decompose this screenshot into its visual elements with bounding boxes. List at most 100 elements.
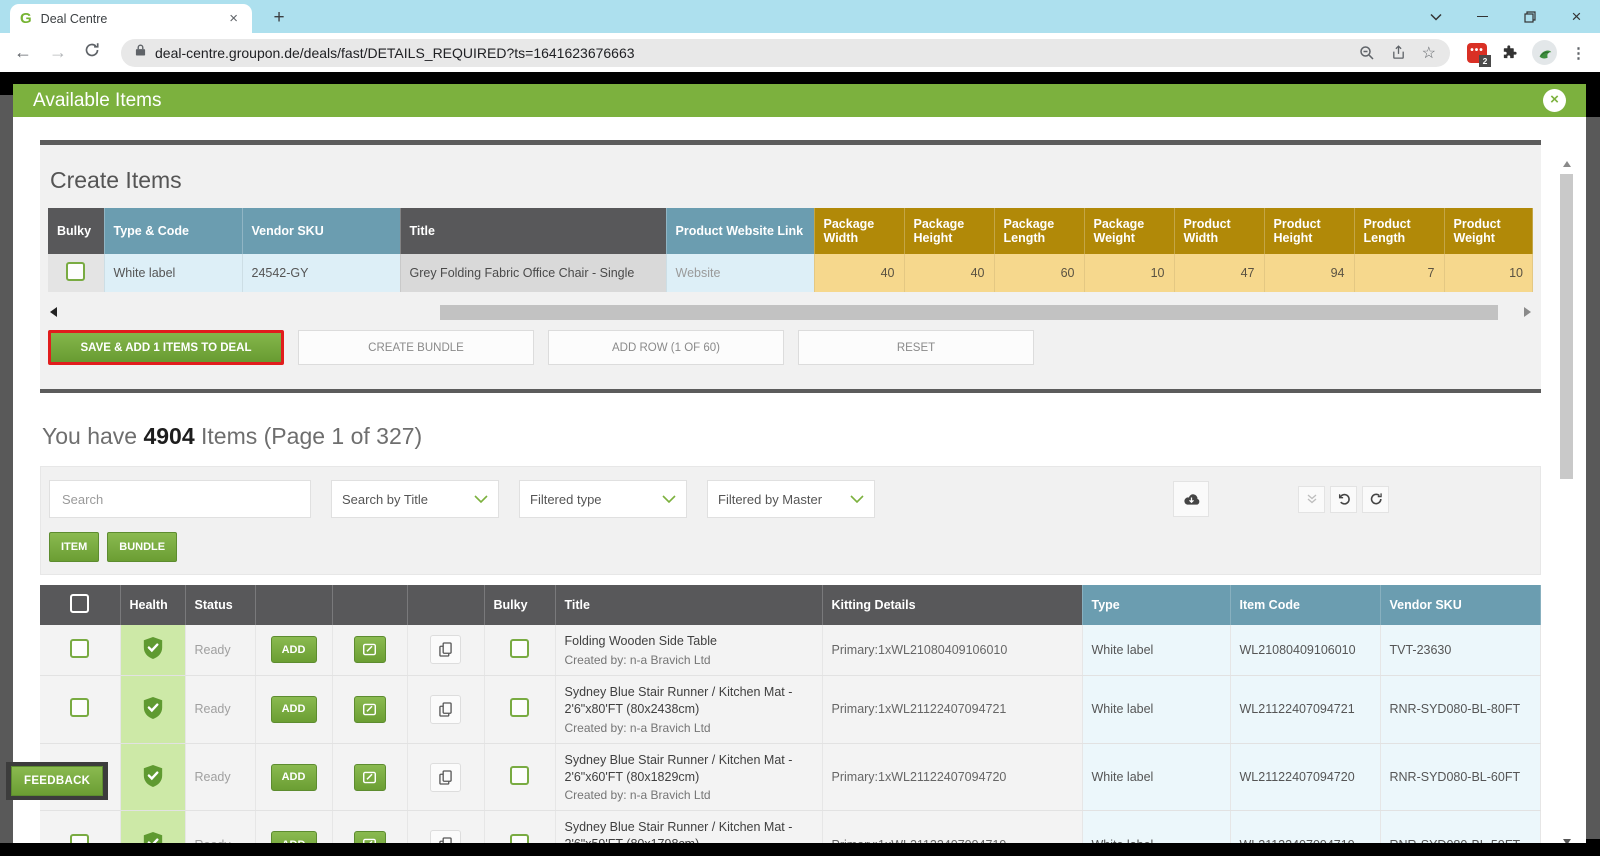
page-backdrop: Available Items × Create Items Bulky Typ… [0,72,1600,856]
item-type: White label [1082,810,1231,843]
product-weight-field[interactable]: 10 [1444,254,1533,292]
add-button[interactable]: ADD [270,695,317,723]
product-width-field[interactable]: 47 [1174,254,1265,292]
bulky-checkbox[interactable] [510,698,529,718]
vertical-scrollbar[interactable] [1559,157,1574,843]
col-title: Title [400,208,667,254]
edit-button[interactable] [353,695,386,723]
product-height-field[interactable]: 94 [1264,254,1355,292]
package-length-field[interactable]: 60 [994,254,1085,292]
scroll-right-icon[interactable] [1524,307,1531,317]
copy-button[interactable] [430,635,461,665]
download-export-button[interactable] [1173,481,1209,517]
refresh-button[interactable] [1362,485,1389,513]
item-tab-button[interactable]: ITEM [49,532,100,562]
zoom-out-icon[interactable] [1359,45,1375,61]
scroll-left-icon[interactable] [50,307,57,317]
edit-button[interactable] [353,763,386,791]
copy-button[interactable] [430,694,461,724]
tab-title: Deal Centre [40,11,108,26]
add-button[interactable]: ADD [270,636,317,664]
package-weight-field[interactable]: 10 [1084,254,1175,292]
collapse-button[interactable] [1298,485,1325,513]
forward-icon[interactable]: → [49,42,67,63]
browser-tab[interactable]: G Deal Centre × [10,4,252,33]
package-height-field[interactable]: 40 [904,254,995,292]
vendor-sku-cell[interactable]: 24542-GY [242,254,401,292]
bulky-checkbox[interactable] [66,262,86,281]
bulky-checkbox[interactable] [510,638,529,658]
url-text: deal-centre.groupon.de/deals/fast/DETAIL… [155,44,635,61]
add-row-button[interactable]: ADD ROW (1 OF 60) [548,330,784,365]
modal-close-icon[interactable]: × [1543,89,1566,112]
row-checkbox[interactable] [70,638,90,658]
col-health: Health [120,585,186,625]
cloud-download-icon [1183,493,1199,505]
password-extension-icon[interactable]: ••• 2 [1467,42,1491,67]
package-width-field[interactable]: 40 [814,254,905,292]
address-bar[interactable]: deal-centre.groupon.de/deals/fast/DETAIL… [121,38,1450,67]
window-minimize-button[interactable] [1459,0,1506,33]
tab-search-icon[interactable] [1412,0,1459,33]
reset-button[interactable]: RESET [798,330,1034,365]
filter-bar: Search by Title Filtered type Filtered b… [40,466,1541,575]
item-title: Sydney Blue Stair Runner / Kitchen Mat -… [564,820,793,843]
col-bulky: Bulky [48,208,105,254]
title-cell[interactable]: Grey Folding Fabric Office Chair - Singl… [400,254,667,292]
edit-button[interactable] [353,831,386,843]
scrollbar-thumb[interactable] [1560,174,1573,479]
edit-icon [363,771,376,783]
col-bulky: Bulky [484,585,556,625]
extension-badge: 2 [1479,54,1491,67]
row-checkbox[interactable] [70,698,90,718]
copy-button[interactable] [430,830,461,843]
row-checkbox[interactable] [70,833,90,843]
window-restore-button[interactable] [1506,0,1553,33]
table-row: Ready ADD Sydney Blue Stair Runner / Kit… [40,743,1541,812]
horizontal-scrollbar[interactable] [50,304,1531,320]
table-row: Ready ADD Sydney Blue Stair Runner / Kit… [40,675,1541,744]
product-length-field[interactable]: 7 [1354,254,1445,292]
browser-menu-icon[interactable]: ⋮ [1571,44,1586,62]
undo-button[interactable] [1330,485,1357,513]
bookmark-star-icon[interactable]: ☆ [1422,43,1436,63]
items-count: 4904 [143,423,195,449]
search-input[interactable] [49,480,311,518]
feedback-button[interactable]: FEEDBACK [11,766,104,796]
website-link-field[interactable]: Website [666,254,815,292]
scrollbar-thumb[interactable] [440,304,1499,320]
bulky-checkbox[interactable] [510,833,529,843]
col-website-link: Product Website Link [666,208,815,254]
edit-button[interactable] [353,636,386,664]
share-icon[interactable] [1391,45,1406,60]
tab-close-icon[interactable]: × [225,9,242,28]
new-tab-button[interactable]: + [266,5,292,31]
window-close-button[interactable]: × [1553,0,1600,33]
extensions-puzzle-icon[interactable] [1501,44,1518,61]
col-package-weight: Package Weight [1084,208,1175,254]
select-all-checkbox[interactable] [70,594,90,613]
add-button[interactable]: ADD [270,831,317,843]
copy-button[interactable] [430,762,461,792]
edit-icon [363,838,376,843]
item-created-by: Created by: n-a Bravich Ltd [564,788,711,803]
filtered-type-select[interactable]: Filtered type [519,480,687,518]
reload-icon[interactable] [84,42,100,63]
bundle-tab-button[interactable]: BUNDLE [107,532,178,562]
back-icon[interactable]: ← [14,42,32,63]
create-bundle-button[interactable]: CREATE BUNDLE [298,330,534,365]
item-vendor-sku: TVT-23630 [1380,625,1541,676]
save-add-items-button[interactable]: SAVE & ADD 1 ITEMS TO DEAL [48,330,284,365]
scroll-up-icon[interactable] [1562,161,1571,167]
filtered-by-master-select[interactable]: Filtered by Master [707,480,875,518]
search-by-title-select[interactable]: Search by Title [331,480,499,518]
browser-toolbar: ← → deal-centre.groupon.de/deals/fast/DE… [0,33,1600,72]
col-actions-3 [407,585,485,625]
bulky-checkbox[interactable] [510,766,529,785]
col-product-width: Product Width [1174,208,1265,254]
item-code: WL21080409106010 [1230,625,1381,676]
add-button[interactable]: ADD [270,763,317,791]
profile-avatar[interactable] [1532,40,1557,65]
type-code-cell[interactable]: White label [104,254,243,292]
scroll-down-icon[interactable] [1562,839,1571,843]
